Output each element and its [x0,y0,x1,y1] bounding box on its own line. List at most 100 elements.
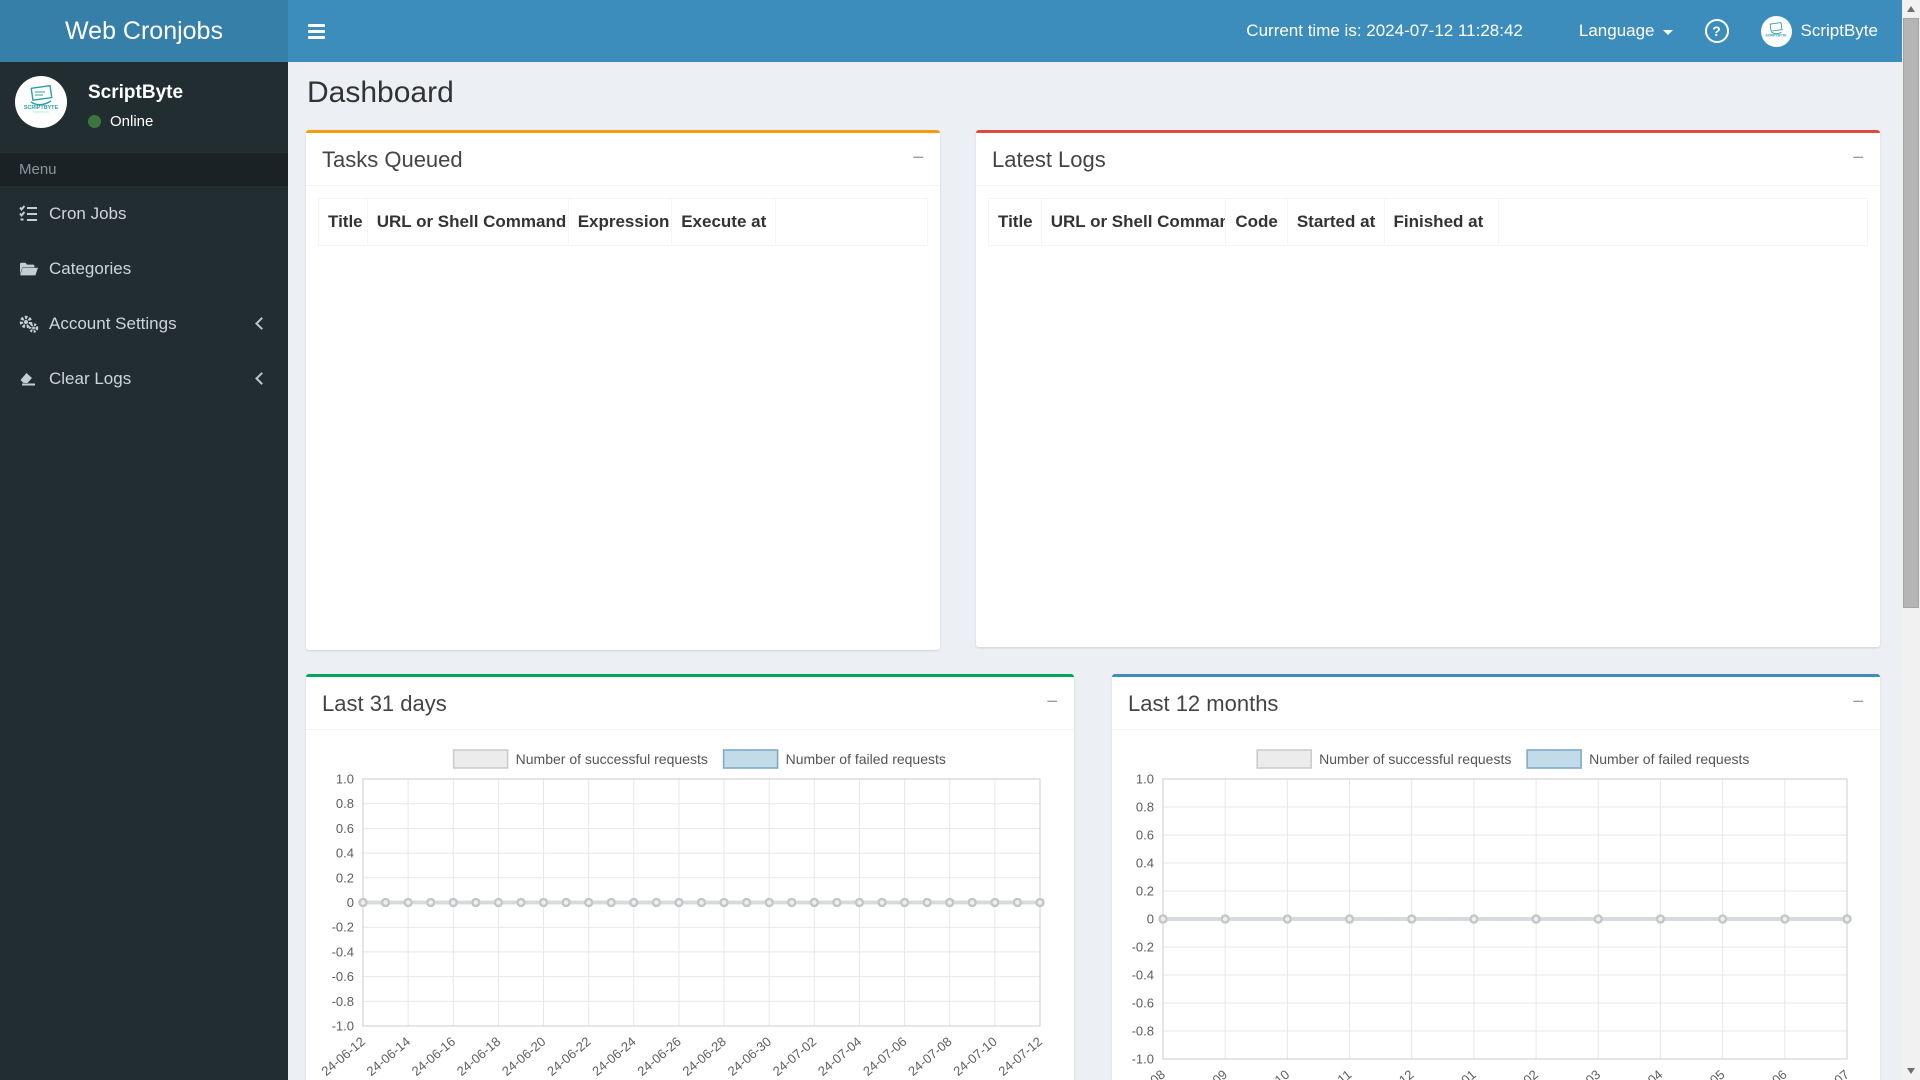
data-point-marker [426,897,436,908]
panel-header: Latest Logs − [976,133,1880,186]
data-point-marker [787,897,797,908]
panel-body: 1.0 0.8 0.6 0.4 0.2 0 -0.2 -0.4 -0.6 -0.8 -1.0 24-0… [306,730,1074,1080]
scriptbyte-logo-icon: SCRIPTBYTE [1766,22,1787,38]
column-header [1497,198,1869,246]
panel-title: Tasks Queued [322,147,463,172]
y-tick-label: 0.4 [336,846,354,861]
language-dropdown[interactable]: Language [1579,21,1673,41]
panel-title: Last 12 months [1128,691,1279,716]
legend-swatch [452,749,509,769]
scrollbar-thumb[interactable] [1903,18,1919,608]
x-tick-label: 24-07-04 [815,1034,865,1079]
legend-swatch [1526,749,1582,769]
sidebar-user-panel: SCRIPTBYTE ScriptByte Online [0,62,288,142]
sidebar-user-status[interactable]: Online [88,113,183,130]
x-tick-label: 24-04 [1630,1067,1665,1080]
last-31-days-chart: 1.00.80.60.40.20-0.2-0.4-0.6-0.8-1.024-0… [318,749,1045,1079]
table-header-row: Title URL or Shell Command Expression Ex… [318,198,929,246]
scroll-up-button[interactable] [1902,0,1920,18]
data-point-marker [854,897,865,908]
vertical-scrollbar[interactable] [1902,0,1920,1080]
x-tick-label: 24-02 [1506,1067,1541,1080]
column-header: URL or Shell Command [1040,198,1227,246]
data-point-marker [1407,914,1417,924]
sidebar-item-account-settings[interactable]: Account Settings [0,296,288,351]
x-tick-label: 23-09 [1195,1067,1230,1080]
y-tick-label: 1.0 [1136,772,1154,787]
y-tick-label: 0.8 [336,796,354,811]
x-tick-label: 24-06 [1755,1067,1790,1080]
y-tick-label: 1.0 [336,772,354,787]
y-tick-label: -0.2 [332,920,354,935]
column-header [774,198,929,246]
panel-header: Last 12 months − [1112,677,1880,730]
panel-body: Title URL or Shell Command Expression Ex… [306,186,940,258]
x-tick-label: 24-06-28 [679,1034,729,1079]
data-point-marker [493,897,503,908]
top-navbar: Web Cronjobs Current time is: 2024-07-12… [0,0,1920,62]
data-point-marker [358,897,368,908]
data-point-marker [1220,914,1230,924]
column-header: Execute at [671,198,776,246]
data-point-marker [945,897,955,908]
data-point-marker [1282,914,1292,924]
x-tick-label: 24-07-08 [905,1034,955,1079]
y-tick-label: -0.4 [1132,968,1154,983]
scroll-down-button[interactable] [1902,1062,1920,1080]
user-name-label: ScriptByte [1800,21,1878,40]
y-tick-label: -0.6 [1132,996,1154,1011]
panel-title: Last 31 days [322,691,447,716]
avatar: SCRIPTBYTE [1760,15,1792,47]
chart-legend: Number of successful requests Number of f… [452,749,946,769]
user-menu[interactable]: SCRIPTBYTE ScriptByte [1760,15,1878,47]
sidebar-toggle-button[interactable] [288,0,344,62]
arrow-down-icon [1907,1068,1915,1074]
svg-text:SCRIPTBYTE: SCRIPTBYTE [1766,34,1787,38]
arrow-up-icon [1907,6,1915,12]
y-tick-label: 0.4 [1136,856,1154,871]
data-point-marker [403,897,413,908]
eraser-icon [19,371,49,387]
data-point-marker [1655,914,1666,924]
x-tick-label: 24-06-30 [725,1034,775,1079]
x-tick-label: 23-12 [1382,1067,1417,1080]
sidebar-item-clear-logs[interactable]: Clear Logs [0,351,288,406]
collapse-button[interactable]: − [1852,689,1864,715]
data-point-marker [674,897,684,908]
x-tick-label: 24-06-24 [589,1034,639,1079]
data-point-marker [1780,914,1790,924]
legend-swatch [1256,749,1312,769]
avatar: SCRIPTBYTE [15,76,67,128]
x-tick-label: 24-07-02 [770,1034,820,1079]
panel-header: Last 31 days − [306,677,1074,730]
legend-swatch [722,749,779,769]
column-header: Expression [567,198,673,246]
latest-logs-table: Title URL or Shell Command Code Started … [988,198,1869,246]
brand-logo[interactable]: Web Cronjobs [0,0,288,62]
column-header: Title [318,198,368,246]
sidebar-item-categories[interactable]: Categories [0,241,288,296]
tasks-queued-table: Title URL or Shell Command Expression Ex… [318,198,929,246]
x-tick-label: 23-11 [1320,1067,1354,1080]
gears-icon [19,315,49,333]
svg-text:SCRIPTBYTE: SCRIPTBYTE [24,105,59,111]
x-tick-label: 24-01 [1444,1067,1479,1080]
collapse-button[interactable]: − [1046,689,1058,715]
collapse-button[interactable]: − [1852,145,1864,171]
sidebar-item-label: Cron Jobs [49,203,127,223]
x-tick-label: 24-07-10 [950,1034,1000,1079]
current-time-text: Current time is: 2024-07-12 11:28:42 [1246,21,1523,40]
data-point-marker [584,897,594,908]
x-tick-label: 24-06-16 [409,1034,459,1079]
chart-legend: Number of successful requests Number of f… [1256,749,1749,769]
data-point-marker [1593,914,1603,924]
y-tick-label: -0.8 [1132,1024,1154,1039]
y-tick-label: -0.8 [332,994,354,1009]
question-mark-icon: ? [1712,23,1721,39]
data-point-marker [990,897,1000,908]
help-button[interactable]: ? [1704,19,1729,43]
collapse-button[interactable]: − [912,145,924,171]
y-tick-label: -0.6 [332,969,354,984]
caret-down-icon [1662,29,1673,35]
sidebar-item-cron-jobs[interactable]: Cron Jobs [0,186,288,241]
